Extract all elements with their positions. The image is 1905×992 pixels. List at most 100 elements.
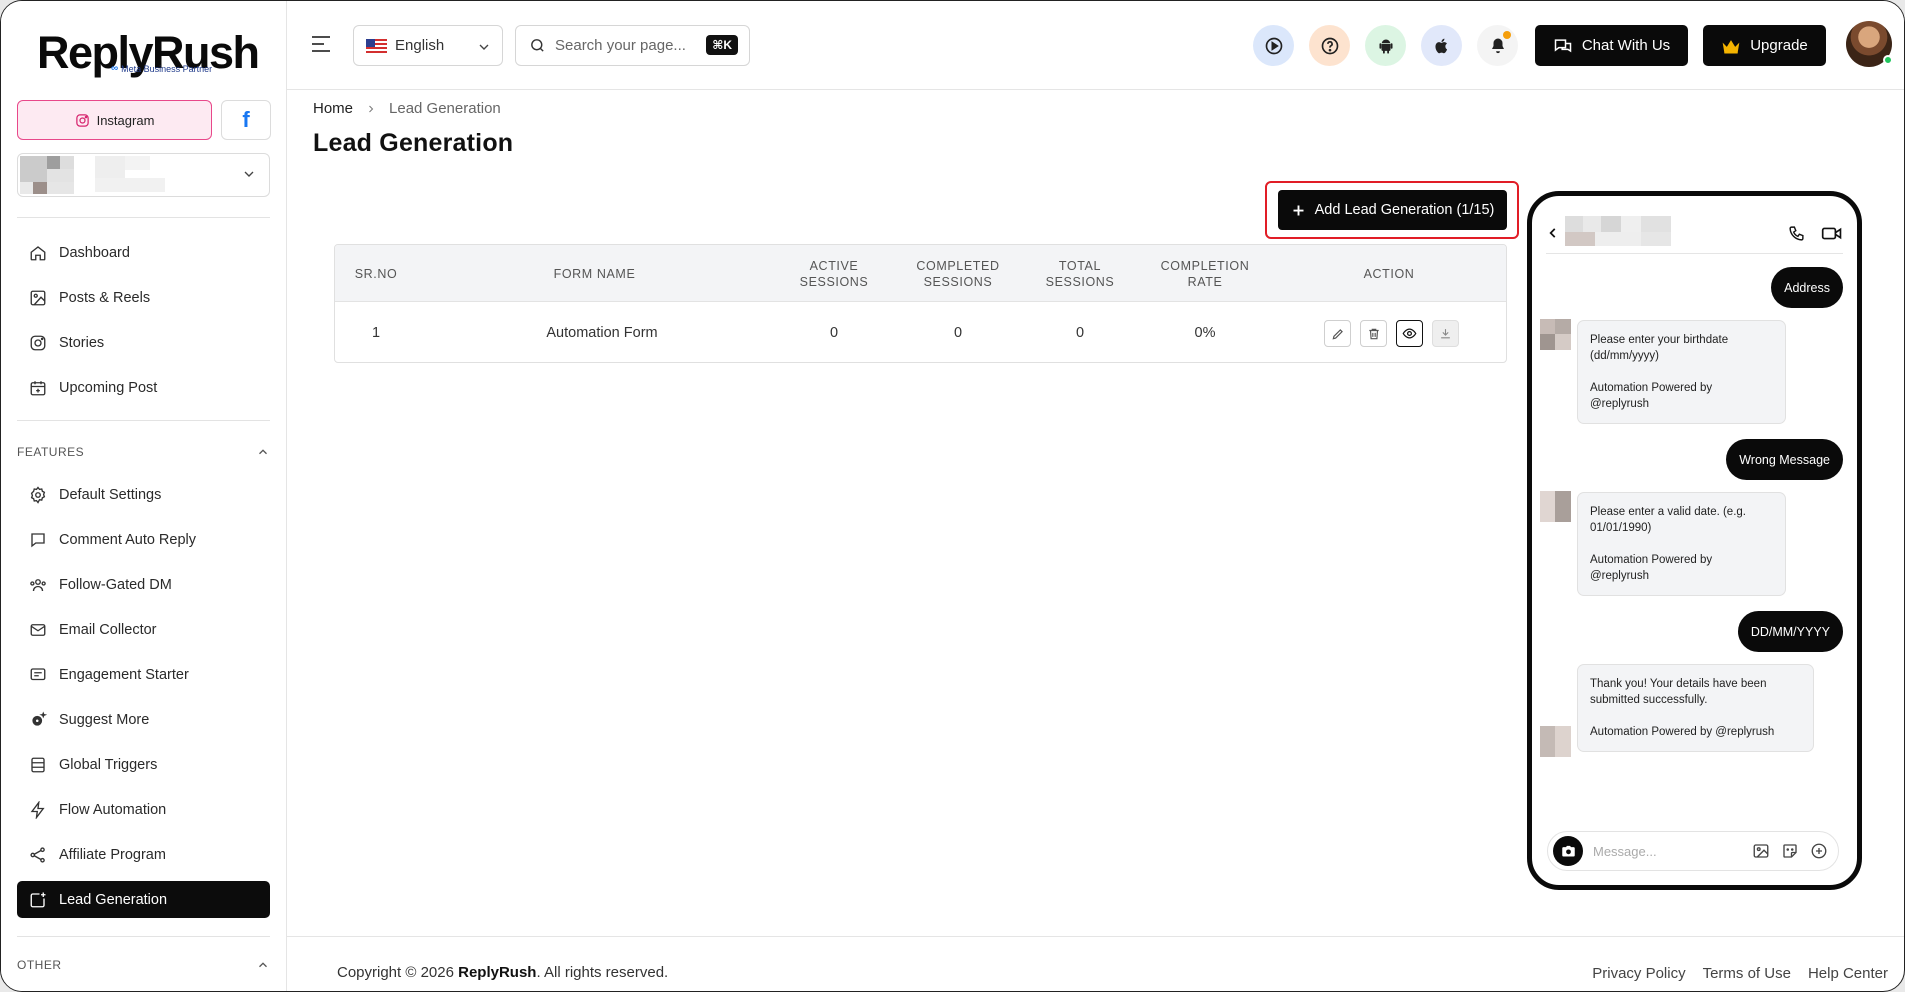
message-lines-icon	[30, 667, 46, 680]
bolt-icon	[30, 800, 45, 819]
ios-app-button[interactable]	[1421, 25, 1462, 66]
sidebar-item-flow-automation[interactable]: Flow Automation	[17, 791, 270, 828]
sidebar-divider	[17, 217, 270, 218]
cell-completion-rate: 0%	[1194, 324, 1216, 341]
chevron-up-icon	[259, 962, 267, 968]
notifications-button[interactable]	[1477, 25, 1518, 66]
plus-icon	[1293, 205, 1304, 215]
sidebar-item-upcoming-post[interactable]: Upcoming Post	[17, 369, 270, 406]
sidebar-item-lead-generation[interactable]: Lead Generation	[17, 881, 270, 918]
sidebar-item-label: Follow-Gated DM	[59, 576, 172, 593]
chat-bubble-incoming: Please enter a valid date. (e.g. 01/01/1…	[1577, 492, 1786, 596]
menu-toggle-button[interactable]	[311, 35, 331, 58]
download-icon	[1441, 329, 1450, 339]
bubble-powered-by: Automation Powered by @replyrush	[1590, 726, 1775, 738]
delete-button[interactable]	[1360, 320, 1387, 347]
copyright-brand: ReplyRush	[458, 964, 537, 981]
facebook-icon: f	[242, 107, 250, 132]
sidebar: ReplyRush ∞ Meta Business Partner Instag…	[1, 1, 287, 991]
users-icon	[30, 578, 46, 591]
chevron-right-icon	[369, 105, 374, 112]
features-section-toggle[interactable]: FEATURES	[17, 445, 270, 459]
column-header-form-name: FORM NAME	[553, 266, 636, 281]
image-icon	[30, 290, 46, 305]
trash-icon	[1368, 328, 1379, 339]
sidebar-item-global-triggers[interactable]: Global Triggers	[17, 746, 270, 783]
sidebar-item-engagement-starter[interactable]: Engagement Starter	[17, 656, 270, 693]
bubble-powered-by: Automation Powered by @replyrush	[1590, 382, 1713, 410]
message-input[interactable]	[1593, 843, 1723, 859]
upgrade-button[interactable]: Upgrade	[1703, 25, 1826, 66]
us-flag-icon	[366, 38, 387, 53]
edit-button[interactable]	[1324, 320, 1351, 347]
apple-icon	[1434, 38, 1447, 53]
home-icon	[30, 245, 46, 260]
page-title: Lead Generation	[313, 129, 514, 157]
crown-icon	[1722, 39, 1740, 53]
chat-bubble-incoming: Thank you! Your details have been submit…	[1577, 664, 1814, 752]
sidebar-item-label: Flow Automation	[59, 801, 167, 818]
play-circle-icon	[1265, 37, 1282, 54]
account-selector[interactable]	[17, 153, 270, 197]
add-lead-generation-button[interactable]: Add Lead Generation (1/15)	[1278, 190, 1507, 230]
sidebar-item-label: Lead Generation	[59, 891, 168, 908]
sidebar-item-posts-reels[interactable]: Posts & Reels	[17, 279, 270, 316]
sidebar-item-default-settings[interactable]: Default Settings	[17, 476, 270, 513]
sidebar-item-follow-gated-dm[interactable]: Follow-Gated DM	[17, 566, 270, 603]
language-selector[interactable]: English	[353, 25, 503, 66]
sidebar-item-label: Global Triggers	[59, 756, 158, 773]
cell-active-sessions: 0	[829, 324, 839, 341]
facebook-tab[interactable]: f	[221, 100, 271, 140]
sidebar-item-label: Default Settings	[59, 486, 162, 503]
sidebar-divider	[17, 420, 270, 421]
sidebar-item-suggest-more[interactable]: Suggest More	[17, 701, 270, 738]
chevron-down-icon	[244, 171, 254, 177]
instagram-icon	[30, 335, 46, 350]
privacy-policy-link[interactable]: Privacy Policy	[1592, 965, 1685, 982]
instagram-icon	[75, 113, 89, 127]
search-input[interactable]	[555, 37, 705, 54]
gallery-icon[interactable]	[1752, 842, 1770, 860]
gear-sparkle-icon	[32, 710, 47, 726]
table-row: 1 Automation Form 0 0 0 0%	[335, 302, 1506, 362]
column-header-completed-sessions: COMPLETED SESSIONS	[916, 258, 1000, 289]
download-button[interactable]	[1432, 320, 1459, 347]
chevron-down-icon	[479, 44, 489, 50]
sidebar-item-affiliate-program[interactable]: Affiliate Program	[17, 836, 270, 873]
sidebar-item-dashboard[interactable]: Dashboard	[17, 234, 270, 271]
instagram-tab[interactable]: Instagram	[17, 100, 212, 140]
chat-with-us-button[interactable]: Chat With Us	[1535, 25, 1688, 66]
terms-of-use-link[interactable]: Terms of Use	[1703, 965, 1791, 982]
breadcrumb-home-link[interactable]: Home	[313, 100, 353, 117]
table-header: SR.NO FORM NAME ACTIVE SESSIONS COMPLETE…	[335, 245, 1506, 302]
help-button[interactable]	[1309, 25, 1350, 66]
sidebar-item-email-collector[interactable]: Email Collector	[17, 611, 270, 648]
help-center-link[interactable]: Help Center	[1808, 965, 1888, 982]
camera-button[interactable]	[1553, 836, 1583, 866]
back-arrow-icon[interactable]	[1546, 225, 1560, 241]
column-header-sr-no: SR.NO	[354, 266, 398, 281]
add-circle-icon[interactable]	[1810, 842, 1828, 860]
calendar-plus-icon	[30, 380, 46, 395]
view-button[interactable]	[1396, 320, 1423, 347]
video-call-icon[interactable]	[1821, 225, 1843, 242]
features-nav: Default Settings Comment Auto Reply Foll…	[17, 476, 270, 926]
android-app-button[interactable]	[1365, 25, 1406, 66]
sidebar-item-comment-auto-reply[interactable]: Comment Auto Reply	[17, 521, 270, 558]
other-heading: OTHER	[17, 958, 62, 972]
tutorial-video-button[interactable]	[1253, 25, 1294, 66]
phone-call-icon[interactable]	[1788, 225, 1805, 242]
android-icon	[1378, 38, 1393, 54]
chat-bubble-outgoing: Address	[1771, 267, 1843, 308]
chat-bubble-outgoing: Wrong Message	[1726, 439, 1843, 480]
sidebar-item-label: Affiliate Program	[59, 846, 166, 863]
sidebar-item-stories[interactable]: Stories	[17, 324, 270, 361]
other-section-toggle[interactable]: OTHER	[17, 958, 270, 972]
copyright-text: Copyright © 2026 ReplyRush. All rights r…	[337, 964, 668, 981]
main-nav: Dashboard Posts & Reels Stories Upcoming…	[17, 234, 270, 414]
chevron-up-icon	[259, 449, 267, 455]
pencil-icon	[1332, 328, 1343, 339]
bot-avatar	[1540, 726, 1571, 757]
sticker-icon[interactable]	[1781, 842, 1799, 860]
sidebar-item-label: Dashboard	[59, 244, 130, 261]
